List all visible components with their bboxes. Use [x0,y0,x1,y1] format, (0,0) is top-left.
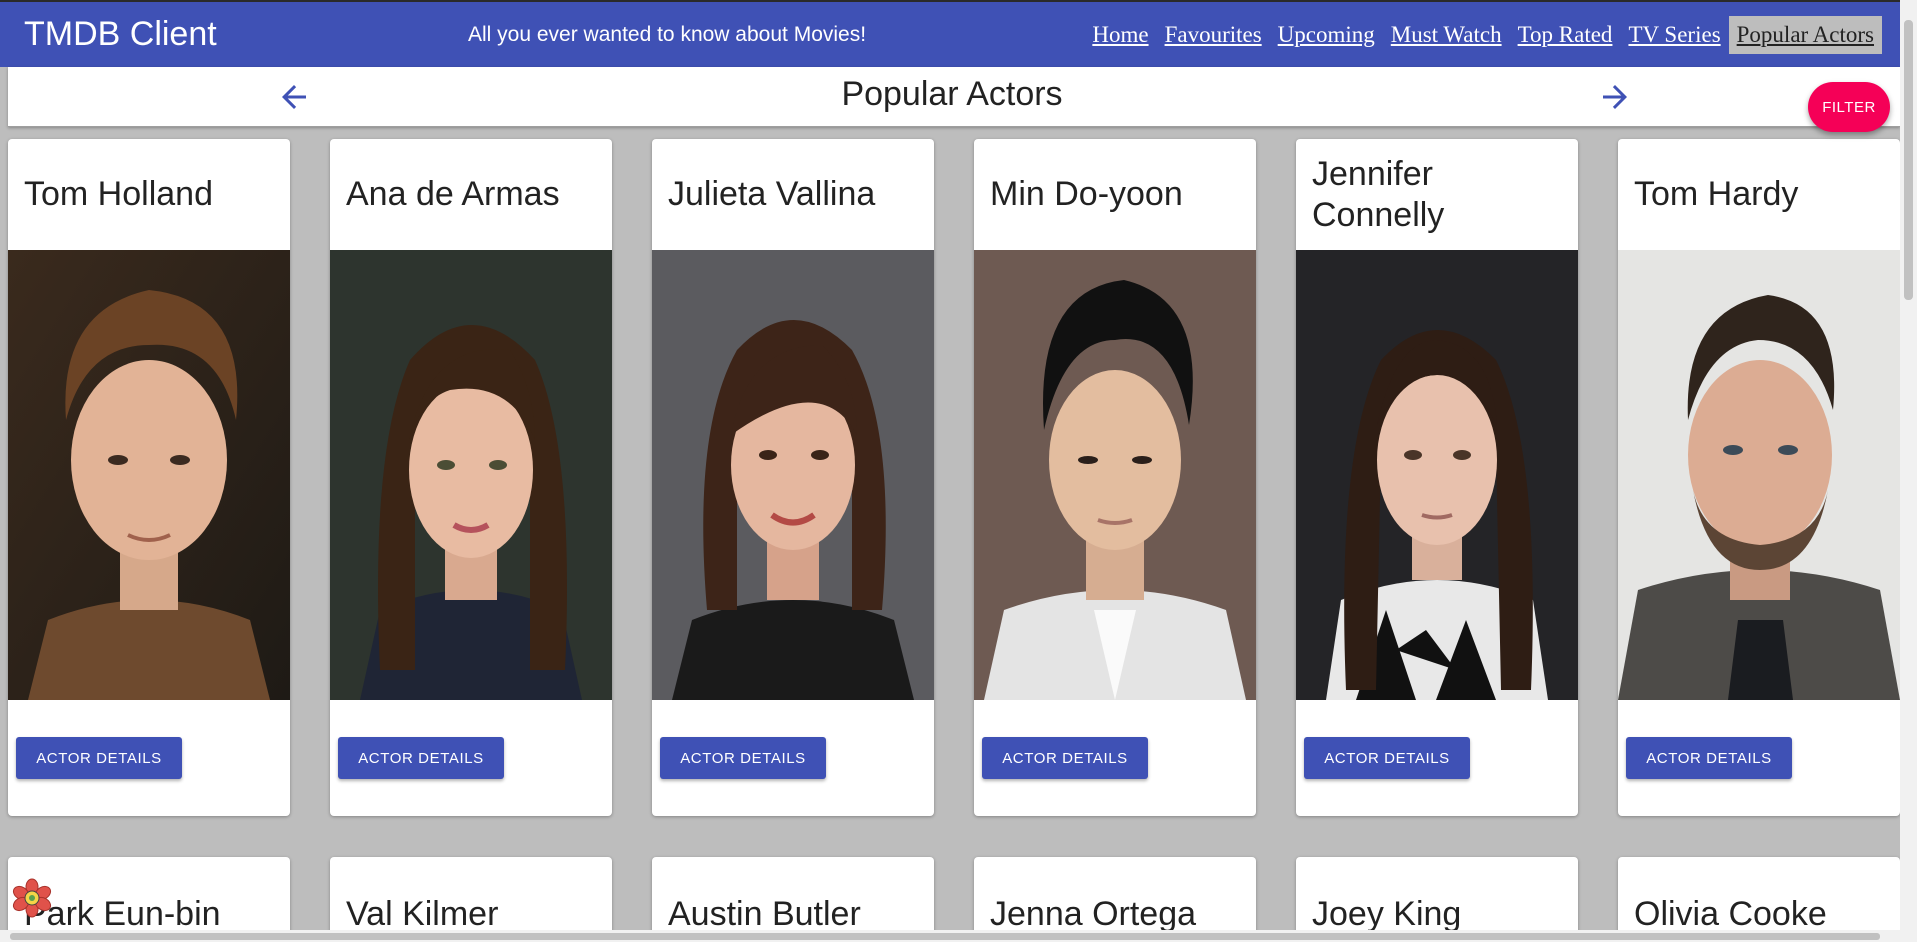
actor-name: Jennifer Connelly [1312,154,1445,234]
app-title: TMDB Client [24,15,217,53]
actor-photo [1618,250,1900,700]
actor-photo [652,250,934,700]
actor-details-button[interactable]: ACTOR DETAILS [338,737,504,779]
actor-photo [330,250,612,700]
actor-photo [8,250,290,700]
actor-name: Tom Hardy [1634,175,1799,214]
app-tagline: All you ever wanted to know about Movies… [468,22,867,46]
main-nav: Home Favourites Upcoming Must Watch Top … [1076,15,1882,54]
page-header: Popular Actors [8,67,1900,127]
nav-favourites[interactable]: Favourites [1165,22,1262,48]
filter-button[interactable]: FILTER [1808,82,1890,132]
nav-upcoming[interactable]: Upcoming [1278,22,1375,48]
actor-details-button[interactable]: ACTOR DETAILS [982,737,1148,779]
nav-must-watch[interactable]: Must Watch [1391,22,1502,48]
nav-popular-actors[interactable]: Popular Actors [1728,15,1882,54]
scrollbar-thumb[interactable] [1904,20,1913,300]
nav-top-rated[interactable]: Top Rated [1518,22,1613,48]
vertical-scrollbar[interactable] [1900,0,1917,930]
horizontal-scrollbar[interactable] [0,930,1917,942]
actor-photo [974,250,1256,700]
arrow-right-icon [1603,85,1627,109]
actor-name: Ana de Armas [346,175,560,214]
actor-card: Jennifer Connelly ACTOR DETAILS [1296,139,1578,816]
actor-card: Julieta Vallina ACTOR DETAILS [652,139,934,816]
actor-name: Tom Holland [24,175,213,214]
actor-card: Min Do-yoon ACTOR DETAILS [974,139,1256,816]
actor-details-button[interactable]: ACTOR DETAILS [1304,737,1470,779]
actor-card: Tom Hardy ACTOR DETAILS [1618,139,1900,816]
react-query-devtools-icon[interactable] [12,878,52,918]
app-bar: TMDB Client All you ever wanted to know … [0,0,1900,67]
nav-tv-series[interactable]: TV Series [1628,22,1720,48]
nav-home[interactable]: Home [1092,22,1148,48]
actor-name: Min Do-yoon [990,175,1183,214]
actor-details-button[interactable]: ACTOR DETAILS [1626,737,1792,779]
actor-photo [1296,250,1578,700]
actor-card: Tom Holland ACTOR DETAILS [8,139,290,816]
scrollbar-thumb[interactable] [10,933,1880,940]
actor-details-button[interactable]: ACTOR DETAILS [660,737,826,779]
next-page-button[interactable] [1597,79,1633,115]
actor-card: Ana de Armas ACTOR DETAILS [330,139,612,816]
actor-name: Julieta Vallina [668,175,876,214]
actor-details-button[interactable]: ACTOR DETAILS [16,737,182,779]
